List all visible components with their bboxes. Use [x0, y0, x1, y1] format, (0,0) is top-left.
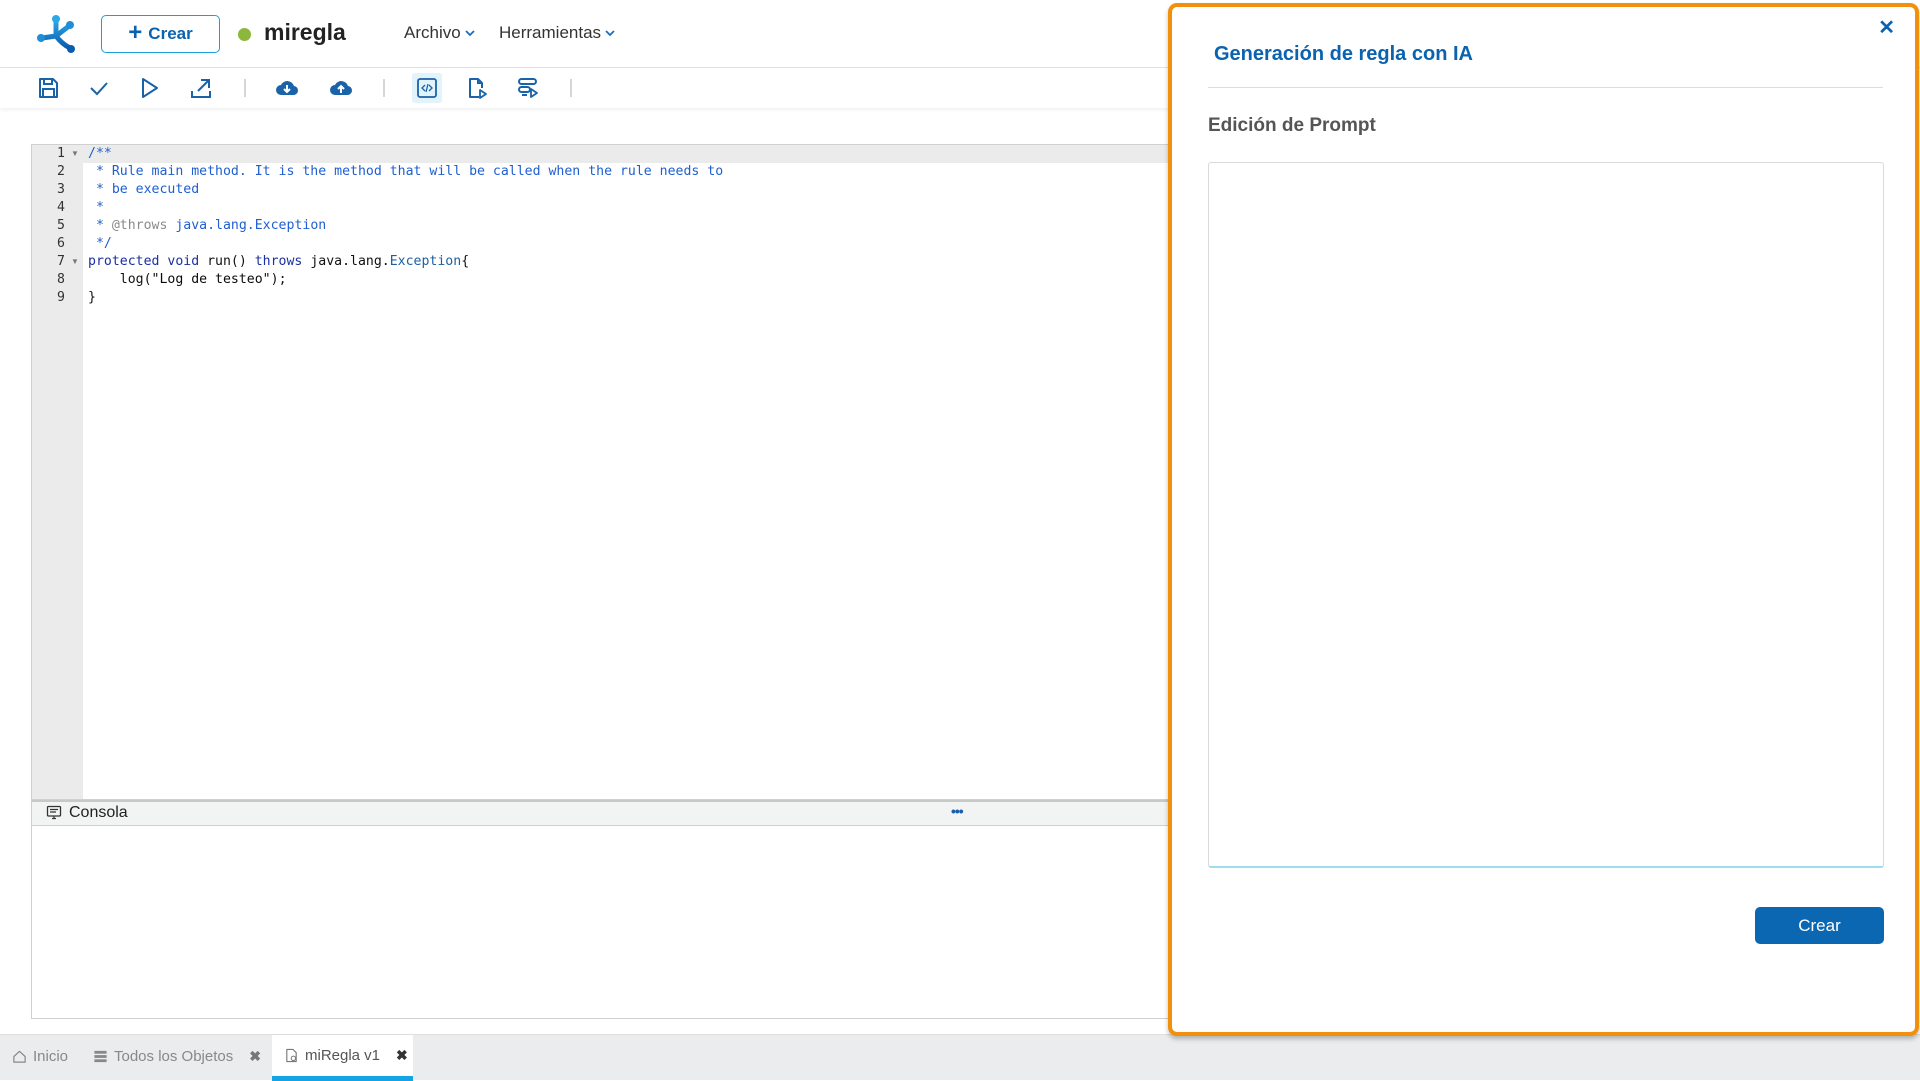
- panel-title: Generación de regla con IA: [1214, 43, 1473, 65]
- line-number-gutter: 1 ▼ 2 3 4 5 6 7 ▼ 8 9: [32, 145, 83, 799]
- chevron-down-icon: [605, 30, 615, 37]
- close-tab-icon[interactable]: ✖: [249, 1048, 261, 1065]
- plus-icon: +: [128, 19, 143, 46]
- code-line: }: [88, 289, 96, 307]
- cloud-download-icon: [276, 81, 299, 96]
- menu-herramientas-label: Herramientas: [499, 23, 602, 42]
- export-arrow-icon: [191, 79, 211, 98]
- code-token: @throws: [111, 218, 168, 233]
- run-list-button[interactable]: [513, 73, 543, 103]
- code-token: * be executed: [88, 182, 200, 197]
- code-icon: [417, 78, 437, 98]
- code-token: java.lang.Exception: [167, 218, 327, 233]
- ai-rule-generation-panel: ✕ Generación de regla con IA Edición de …: [1168, 3, 1919, 1036]
- tab-todos-los-objetos[interactable]: Todos los Objetos ✖: [93, 1035, 261, 1081]
- code-token: run(): [207, 254, 255, 269]
- code-token: );: [270, 272, 287, 287]
- code-line: protected void run() throws java.lang.Ex…: [88, 253, 469, 271]
- line-number: 4: [57, 200, 65, 215]
- console-output[interactable]: [31, 826, 1171, 1019]
- close-icon[interactable]: ✕: [1878, 15, 1895, 40]
- tab-miregla-v1-label: miRegla v1: [305, 1047, 381, 1064]
- code-token: */: [88, 236, 112, 251]
- code-area[interactable]: /** * Rule main method. It is the method…: [83, 145, 1171, 799]
- code-token: /**: [88, 146, 112, 161]
- tab-miregla-v1[interactable]: miRegla v1 ✖: [272, 1035, 413, 1081]
- chevron-down-icon: [465, 30, 475, 37]
- code-token: "Log de testeo": [151, 272, 271, 287]
- home-icon: [13, 1050, 26, 1063]
- panel-divider: [1208, 87, 1883, 88]
- upload-button[interactable]: [326, 73, 356, 103]
- code-line: */: [88, 235, 112, 253]
- code-token: Exception: [389, 254, 462, 269]
- console-monitor-icon: [46, 805, 62, 820]
- toolbar-separator: [570, 79, 572, 97]
- code-token: java.lang.: [310, 254, 390, 269]
- run-document-button[interactable]: [462, 73, 492, 103]
- prompt-input[interactable]: [1208, 162, 1884, 868]
- console-header: Consola •••: [31, 800, 1171, 826]
- fold-toggle-icon[interactable]: ▼: [71, 253, 79, 271]
- code-line: * @throws java.lang.Exception: [88, 217, 326, 235]
- status-indicator: [238, 28, 251, 41]
- app-logo-icon[interactable]: [36, 14, 78, 54]
- fold-toggle-icon[interactable]: ▼: [71, 145, 79, 163]
- floppy-disk-icon: [39, 78, 58, 98]
- code-view-button[interactable]: [412, 73, 442, 103]
- rule-document-icon: [286, 1048, 297, 1063]
- code-line: * Rule main method. It is the method tha…: [88, 163, 723, 181]
- console-more-options-icon[interactable]: •••: [951, 803, 964, 819]
- create-button[interactable]: + Crear: [101, 15, 220, 53]
- code-line: /**: [88, 145, 112, 163]
- menu-archivo[interactable]: Archivo: [404, 23, 475, 43]
- tab-inicio-label: Inicio: [33, 1047, 69, 1065]
- code-token: {: [461, 254, 470, 269]
- save-button[interactable]: [33, 73, 63, 103]
- close-tab-icon[interactable]: ✖: [396, 1047, 408, 1064]
- bottom-tab-bar: Inicio Todos los Objetos ✖ miRegla v1 ✖: [0, 1034, 1920, 1081]
- run-button[interactable]: [134, 73, 164, 103]
- line-number: 3: [57, 182, 65, 197]
- list-play-icon: [518, 78, 538, 98]
- line-number: 2: [57, 164, 65, 179]
- play-icon: [142, 78, 158, 98]
- line-number: 6: [57, 236, 65, 251]
- line-number: 1: [57, 146, 65, 161]
- code-token: throws: [254, 254, 311, 269]
- create-button-label: Crear: [148, 24, 193, 43]
- code-editor[interactable]: 1 ▼ 2 3 4 5 6 7 ▼ 8 9 /** * Rule main method. It i…: [31, 144, 1171, 800]
- code-token: protected void: [88, 254, 208, 269]
- line-number: 9: [57, 290, 65, 305]
- validate-button[interactable]: [84, 73, 114, 103]
- code-token: log(: [88, 272, 152, 287]
- rule-title: miregla: [264, 19, 346, 45]
- generate-rule-button[interactable]: Crear: [1755, 907, 1884, 944]
- code-line: * be executed: [88, 181, 199, 199]
- tab-inicio[interactable]: Inicio: [12, 1035, 68, 1081]
- code-line: *: [88, 199, 104, 217]
- cloud-upload-icon: [330, 81, 353, 96]
- checkmark-icon: [90, 82, 108, 96]
- toolbar-separator: [383, 79, 385, 97]
- code-token: }: [88, 290, 96, 305]
- line-number: 8: [57, 272, 65, 287]
- console-title: Consola: [69, 804, 128, 821]
- line-number: 5: [57, 218, 65, 233]
- tab-todos-los-objetos-label: Todos los Objetos: [114, 1047, 234, 1065]
- code-token: *: [88, 218, 112, 233]
- menu-archivo-label: Archivo: [404, 23, 461, 42]
- line-number: 7: [57, 254, 65, 269]
- document-play-icon: [469, 78, 487, 99]
- code-token: * Rule main method. It is the method tha…: [88, 164, 724, 179]
- code-line: log("Log de testeo");: [88, 271, 287, 289]
- toolbar-separator: [244, 79, 246, 97]
- code-token: *: [88, 200, 104, 215]
- export-button[interactable]: [186, 73, 216, 103]
- prompt-section-title: Edición de Prompt: [1208, 115, 1376, 136]
- list-icon: [94, 1050, 107, 1062]
- menu-herramientas[interactable]: Herramientas: [499, 23, 615, 43]
- download-button[interactable]: [272, 73, 302, 103]
